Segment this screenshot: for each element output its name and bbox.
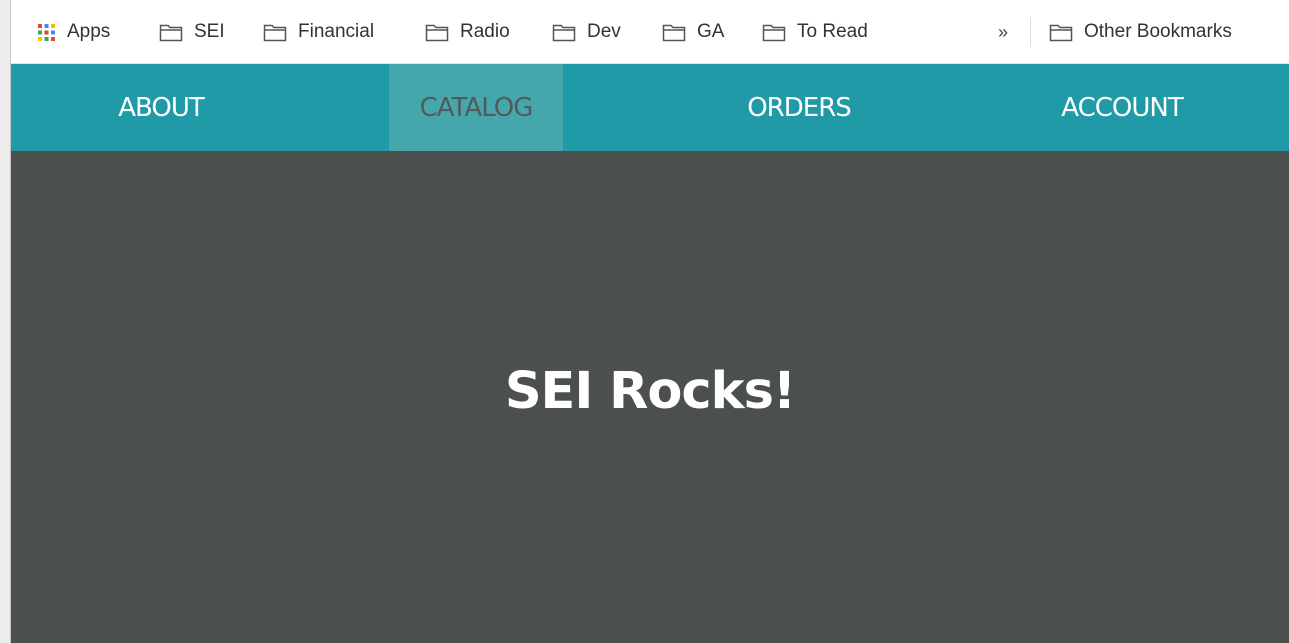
bookmark-folder-financial[interactable]: Financial — [263, 18, 374, 46]
bookmark-label: Other Bookmarks — [1084, 21, 1232, 42]
bookmarks-divider — [1030, 17, 1031, 47]
folder-icon — [159, 23, 183, 42]
bookmark-folder-sei[interactable]: SEI — [159, 18, 225, 46]
apps-grid-icon — [37, 23, 56, 42]
bookmark-folder-ga[interactable]: GA — [662, 18, 724, 46]
bookmark-label: Radio — [460, 21, 510, 42]
bookmark-apps[interactable]: Apps — [37, 18, 110, 46]
bookmarks-bar: Apps SEI Financial Radio Dev GA To Read … — [11, 0, 1289, 64]
bookmark-folder-other-bookmarks[interactable]: Other Bookmarks — [1049, 18, 1232, 46]
nav-link-about[interactable]: ABOUT — [83, 64, 239, 151]
window-edge — [0, 0, 11, 643]
folder-icon — [425, 23, 449, 42]
bookmark-folder-dev[interactable]: Dev — [552, 18, 621, 46]
bookmark-label: Apps — [67, 21, 111, 42]
hero-title: SEI Rocks! — [504, 362, 796, 421]
main-nav: ABOUT CATALOG ORDERS ACCOUNT — [11, 64, 1289, 151]
bookmark-folder-radio[interactable]: Radio — [425, 18, 510, 46]
chevron-double-right-icon: » — [998, 21, 1009, 42]
bookmark-folder-to-read[interactable]: To Read — [762, 18, 868, 46]
bookmark-label: GA — [697, 21, 725, 42]
folder-icon — [1049, 23, 1073, 42]
bookmark-label: To Read — [797, 21, 868, 42]
folder-icon — [662, 23, 686, 42]
bookmark-label: SEI — [194, 21, 225, 42]
nav-link-account[interactable]: ACCOUNT — [1034, 64, 1210, 151]
bookmark-label: Financial — [298, 21, 375, 42]
nav-link-orders[interactable]: ORDERS — [722, 64, 876, 151]
nav-link-catalog[interactable]: CATALOG — [389, 64, 563, 151]
bookmarks-overflow-button[interactable]: » — [998, 18, 1008, 46]
folder-icon — [762, 23, 786, 42]
bookmark-label: Dev — [587, 21, 621, 42]
folder-icon — [552, 23, 576, 42]
hero-section: SEI Rocks! — [11, 151, 1289, 643]
folder-icon — [263, 23, 287, 42]
